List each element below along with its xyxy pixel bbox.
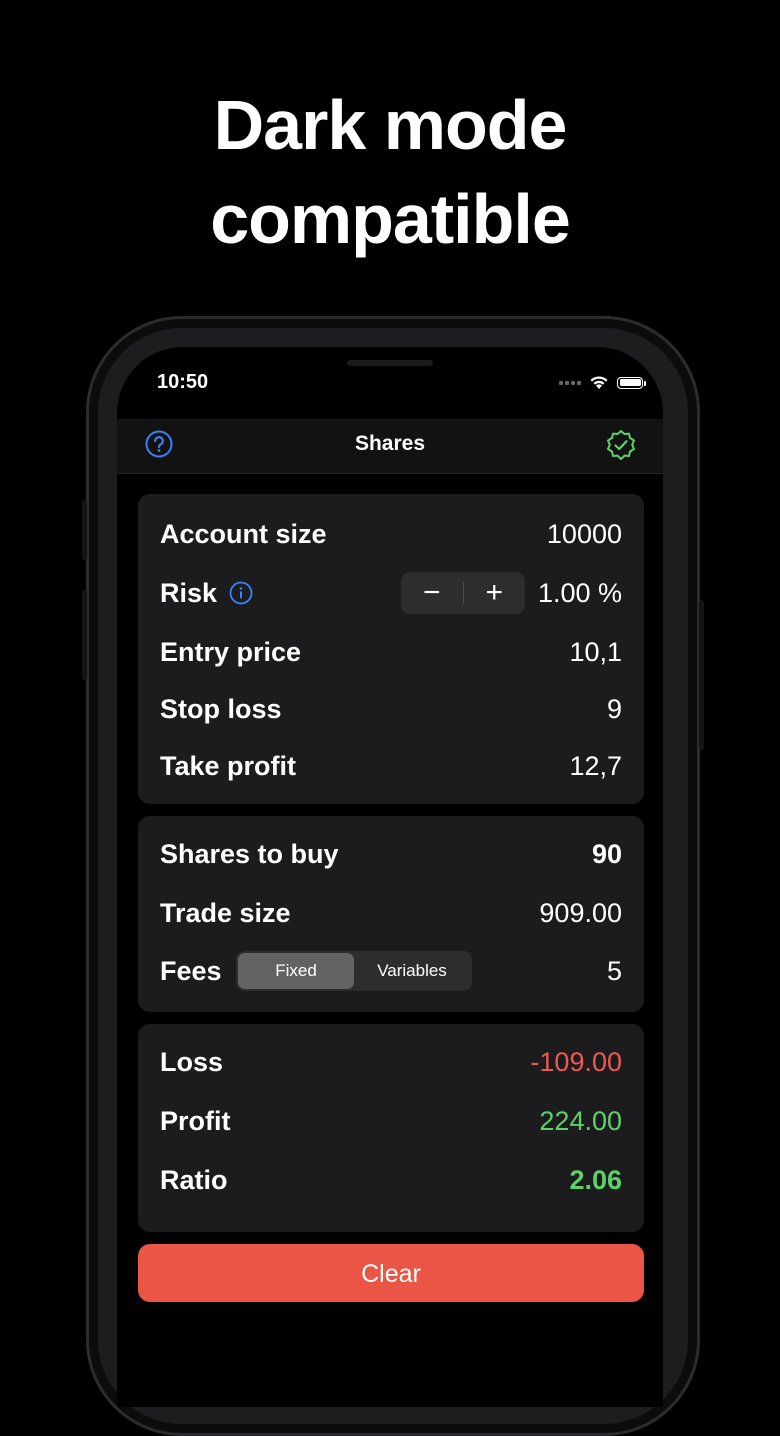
account-size-row[interactable]: Account size 10000 bbox=[160, 512, 622, 556]
speaker-grille bbox=[347, 360, 433, 366]
trade-size-value: 909.00 bbox=[539, 897, 622, 928]
stop-loss-value[interactable]: 9 bbox=[607, 694, 622, 725]
status-time: 10:50 bbox=[157, 371, 209, 393]
risk-label: Risk bbox=[160, 577, 218, 608]
shares-to-buy-value: 90 bbox=[591, 838, 622, 869]
nav-title: Shares bbox=[354, 432, 426, 455]
profit-value: 224.00 bbox=[539, 1105, 622, 1136]
phone-side-button bbox=[82, 500, 87, 560]
status-icons bbox=[559, 375, 646, 390]
risk-label-group: Risk bbox=[160, 578, 253, 609]
ratio-value: 2.06 bbox=[569, 1164, 622, 1195]
headline-line2: compatible bbox=[210, 180, 571, 258]
cellular-signal-icon bbox=[559, 380, 581, 385]
risk-decrement-button[interactable]: − bbox=[401, 572, 463, 614]
battery-icon bbox=[617, 376, 646, 389]
clear-button[interactable]: Clear bbox=[138, 1244, 644, 1302]
trade-size-row: Trade size 909.00 bbox=[160, 891, 622, 935]
profit-row: Profit 224.00 bbox=[160, 1099, 622, 1143]
fees-value[interactable]: 5 bbox=[607, 956, 622, 987]
account-size-value[interactable]: 10000 bbox=[547, 519, 622, 550]
verified-badge-icon[interactable] bbox=[605, 429, 637, 461]
ratio-label: Ratio bbox=[160, 1164, 228, 1195]
risk-value[interactable]: 1.00 % bbox=[538, 578, 622, 609]
loss-label: Loss bbox=[160, 1046, 224, 1077]
risk-stepper[interactable]: − + bbox=[401, 572, 525, 614]
profit-label: Profit bbox=[160, 1105, 231, 1136]
fees-segmented-control[interactable]: Fixed Variables bbox=[236, 951, 472, 991]
phone-side-button bbox=[82, 590, 87, 680]
trade-size-label: Trade size bbox=[160, 897, 291, 928]
headline: Dark mode compatible bbox=[0, 78, 780, 266]
shares-to-buy-label: Shares to buy bbox=[160, 838, 339, 869]
take-profit-value[interactable]: 12,7 bbox=[569, 751, 622, 782]
ratio-row: Ratio 2.06 bbox=[160, 1158, 622, 1202]
take-profit-row[interactable]: Take profit 12,7 bbox=[160, 744, 622, 788]
entry-price-label: Entry price bbox=[160, 636, 302, 667]
nav-bar: Shares bbox=[117, 419, 663, 474]
shares-to-buy-row: Shares to buy 90 bbox=[160, 832, 622, 876]
results-card: Loss -109.00 Profit 224.00 Ratio 2.06 bbox=[138, 1024, 644, 1232]
phone-side-button bbox=[699, 600, 704, 750]
fees-option-fixed[interactable]: Fixed bbox=[238, 953, 354, 989]
account-size-label: Account size bbox=[160, 518, 327, 549]
stop-loss-label: Stop loss bbox=[160, 693, 282, 724]
inputs-card: Account size 10000 Risk 1.00 % − + Entry… bbox=[138, 494, 644, 804]
risk-increment-button[interactable]: + bbox=[464, 572, 526, 614]
info-icon[interactable] bbox=[229, 581, 253, 605]
phone-screen: 10:50 Shares Account size 10000 Risk 1.0… bbox=[117, 347, 663, 1407]
wifi-icon bbox=[590, 376, 608, 389]
fees-option-variables[interactable]: Variables bbox=[354, 953, 470, 989]
risk-row: Risk 1.00 % bbox=[160, 571, 622, 615]
content: Account size 10000 Risk 1.00 % − + Entry… bbox=[117, 474, 663, 1407]
loss-value: -109.00 bbox=[530, 1046, 622, 1077]
trade-card: Shares to buy 90 Trade size 909.00 Fees … bbox=[138, 816, 644, 1012]
entry-price-value[interactable]: 10,1 bbox=[569, 637, 622, 668]
entry-price-row[interactable]: Entry price 10,1 bbox=[160, 630, 622, 674]
take-profit-label: Take profit bbox=[160, 750, 297, 781]
headline-line1: Dark mode bbox=[213, 86, 568, 164]
stop-loss-row[interactable]: Stop loss 9 bbox=[160, 687, 622, 731]
fees-label: Fees bbox=[160, 955, 222, 986]
loss-row: Loss -109.00 bbox=[160, 1040, 622, 1084]
